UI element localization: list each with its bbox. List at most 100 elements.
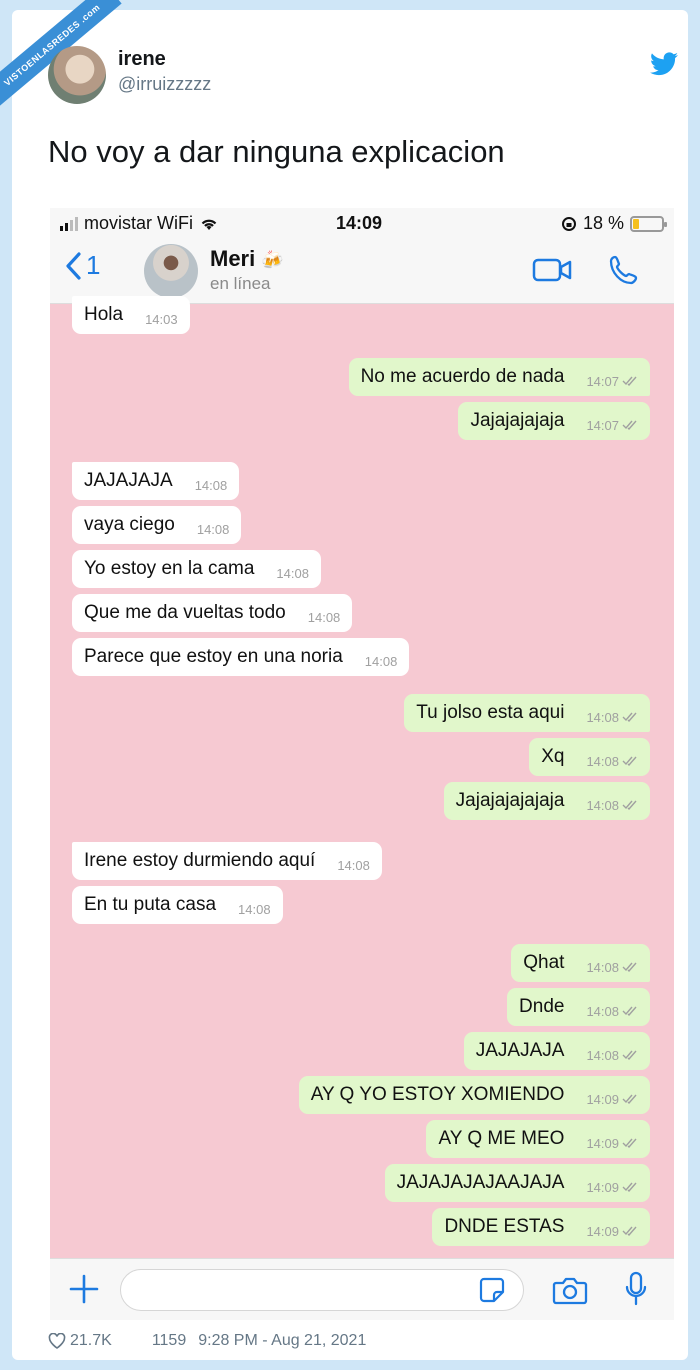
double-check-icon: [622, 1226, 637, 1236]
double-check-icon: [622, 756, 637, 766]
carrier-label: movistar WiFi: [84, 213, 193, 233]
signal-icon: [60, 216, 78, 231]
tweet-datetime[interactable]: 9:28 PM - Aug 21, 2021: [198, 1332, 366, 1350]
chevron-left-icon: [66, 251, 81, 280]
message-time: 14:09: [586, 1135, 619, 1151]
contact-name[interactable]: Meri 🍻: [210, 246, 284, 272]
tweet-text: No voy a dar ninguna explicacion: [48, 134, 505, 169]
message-text: Que me da vueltas todo: [84, 602, 286, 623]
outgoing-message[interactable]: JAJAJAJAJAAJAJA 14:09: [384, 1164, 650, 1202]
outgoing-message[interactable]: AY Q ME MEO 14:09: [426, 1120, 650, 1158]
outgoing-message[interactable]: AY Q YO ESTOY XOMIENDO 14:09: [298, 1076, 650, 1114]
message-time: 14:08: [276, 565, 309, 581]
message-time: 14:08: [586, 797, 619, 813]
incoming-message[interactable]: Que me da vueltas todo 14:08: [72, 594, 353, 632]
outgoing-message[interactable]: No me acuerdo de nada 14:07: [348, 358, 650, 396]
message-text: JAJAJAJA: [475, 1040, 565, 1061]
tweet-header: irene @irruizzzzz: [48, 46, 678, 106]
message-text: JAJAJAJA: [84, 470, 173, 491]
battery-icon: [630, 215, 667, 232]
double-check-icon: [622, 962, 637, 972]
message-time: 14:08: [586, 959, 619, 975]
double-check-icon: [622, 1182, 637, 1192]
double-check-icon: [622, 1006, 637, 1016]
message-text: Tu jolso esta aqui: [416, 702, 565, 723]
video-call-icon[interactable]: [532, 256, 572, 284]
chat-header: 1 Meri 🍻 en línea: [50, 238, 674, 304]
message-text: vaya ciego: [84, 514, 175, 535]
incoming-message[interactable]: vaya ciego 14:08: [72, 506, 242, 544]
message-list[interactable]: Hola 14:03 No me acuerdo de nada 14:07 Jajaj…: [50, 296, 674, 1258]
message-text: No me acuerdo de nada: [360, 366, 565, 387]
plus-icon[interactable]: [68, 1273, 100, 1305]
message-text: Yo estoy en la cama: [84, 558, 255, 579]
chat-screenshot: movistar WiFi 14:09 18 % 1 Meri 🍻 en lín…: [50, 208, 674, 1320]
author-name[interactable]: irene: [118, 48, 166, 71]
double-check-icon: [622, 376, 637, 386]
message-text: Qhat: [523, 952, 565, 973]
wifi-icon: [201, 219, 217, 230]
incoming-message[interactable]: Yo estoy en la cama 14:08: [72, 550, 321, 588]
status-time: 14:09: [336, 213, 383, 233]
message-time: 14:08: [238, 901, 271, 917]
back-button[interactable]: 1: [64, 250, 100, 281]
message-text: DNDE ESTAS: [444, 1216, 565, 1237]
likes-count: 21.7K: [70, 1332, 112, 1349]
outgoing-message[interactable]: DNDE ESTAS 14:09: [432, 1208, 650, 1246]
outgoing-message[interactable]: Xq 14:08: [529, 738, 650, 776]
message-input[interactable]: [120, 1269, 524, 1311]
message-time: 14:08: [194, 477, 228, 493]
author-handle[interactable]: @irruizzzzz: [118, 74, 211, 95]
message-text: Jajajajajaja: [470, 410, 565, 431]
double-check-icon: [622, 420, 637, 430]
tweet-footer: 21.7K 1159 9:28 PM - Aug 21, 2021: [48, 1332, 366, 1350]
message-text: Jajajajajajaja: [455, 790, 565, 811]
incoming-message[interactable]: JAJAJAJA 14:08: [72, 462, 240, 500]
double-check-icon: [622, 712, 637, 722]
outgoing-message[interactable]: Jajajajajajaja 14:08: [443, 782, 650, 820]
microphone-icon[interactable]: [624, 1271, 648, 1307]
message-time: 14:08: [364, 653, 398, 669]
reply-count: 1159: [151, 1332, 187, 1349]
message-text: Irene estoy durmiendo aquí: [84, 850, 316, 871]
message-time: 14:07: [586, 417, 619, 433]
message-text: Dnde: [519, 996, 565, 1017]
message-time: 14:09: [586, 1179, 619, 1195]
message-time: 14:09: [586, 1091, 619, 1107]
outgoing-message[interactable]: JAJAJAJA 14:08: [463, 1032, 650, 1070]
incoming-message[interactable]: Parece que estoy en una noria 14:08: [72, 638, 410, 676]
double-check-icon: [622, 1138, 637, 1148]
message-time: 14:09: [586, 1223, 619, 1239]
incoming-message[interactable]: En tu puta casa 14:08: [72, 886, 283, 924]
incoming-message[interactable]: Hola 14:03: [72, 296, 190, 334]
twitter-bird-icon[interactable]: [650, 52, 678, 76]
contact-status: en línea: [210, 274, 271, 293]
outgoing-message[interactable]: Tu jolso esta aqui 14:08: [404, 694, 650, 732]
status-bar: movistar WiFi 14:09 18 %: [50, 208, 674, 238]
outgoing-message[interactable]: Jajajajajaja 14:07: [458, 402, 650, 440]
message-time: 14:08: [307, 609, 341, 625]
heart-icon[interactable]: [48, 1333, 66, 1349]
message-time: 14:08: [196, 521, 230, 537]
outgoing-message[interactable]: Dnde 14:08: [507, 988, 650, 1026]
message-text: AY Q YO ESTOY XOMIENDO: [310, 1084, 565, 1105]
input-bar: [50, 1258, 674, 1320]
incoming-message[interactable]: Irene estoy durmiendo aquí 14:08: [72, 842, 382, 880]
tweet-card: VISTOENLASREDES .com irene @irruizzzzz N…: [0, 0, 688, 1360]
sticker-icon[interactable]: [478, 1276, 506, 1304]
rotation-lock-icon: [561, 216, 576, 231]
contact-avatar[interactable]: [144, 244, 198, 298]
double-check-icon: [622, 1050, 637, 1060]
battery-percent: 18 %: [582, 213, 624, 233]
outgoing-message[interactable]: Qhat 14:08: [511, 944, 650, 982]
message-time: 14:07: [586, 373, 619, 389]
message-time: 14:08: [586, 753, 619, 769]
message-time: 14:08: [586, 1047, 619, 1063]
unread-count: 1: [86, 250, 101, 280]
message-text: Parece que estoy en una noria: [84, 646, 343, 667]
phone-call-icon[interactable]: [608, 254, 640, 286]
message-time: 14:08: [586, 709, 619, 725]
double-check-icon: [622, 1094, 637, 1104]
camera-icon[interactable]: [552, 1275, 588, 1305]
avatar[interactable]: [48, 46, 106, 104]
